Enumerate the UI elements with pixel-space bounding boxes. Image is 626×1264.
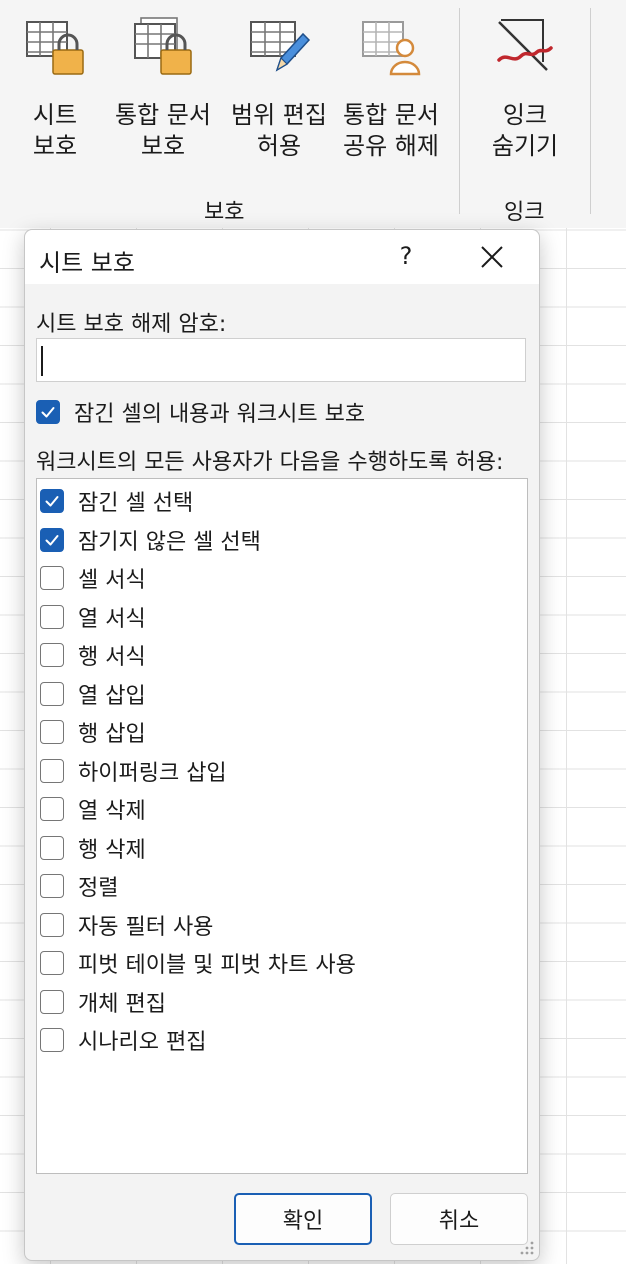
text-caret [41, 346, 43, 376]
permission-label: 행 삭제 [78, 837, 146, 863]
permission-checkbox[interactable] [40, 951, 64, 976]
permission-checkbox[interactable] [40, 758, 64, 783]
permission-option[interactable]: 자동 필터 사용 [37, 906, 527, 945]
protect-group-label: 보호 [204, 200, 245, 225]
permission-checkbox[interactable] [40, 912, 64, 937]
permission-label: 열 삽입 [78, 683, 146, 709]
permission-label: 열 서식 [78, 606, 146, 632]
protect-sheet-button[interactable]: 시트 보호 [20, 14, 90, 174]
hide-ink-button[interactable]: 잉크 숨기기 [478, 14, 572, 174]
password-label: 시트 보호 해제 암호: [36, 312, 227, 337]
permission-checkbox[interactable] [40, 527, 64, 552]
ribbon-group-separator [459, 8, 460, 214]
protect-workbook-button[interactable]: 통합 문서 보호 [108, 14, 218, 174]
permission-label: 행 삽입 [78, 722, 146, 748]
checkmark-icon [45, 534, 59, 546]
permission-label: 잠긴 셀 선택 [78, 491, 194, 517]
permission-checkbox[interactable] [40, 1028, 64, 1053]
permission-option[interactable]: 열 삽입 [37, 675, 527, 714]
permission-option[interactable]: 잠기지 않은 셀 선택 [37, 521, 527, 560]
password-input[interactable] [36, 338, 526, 382]
protect-workbook-label: 통합 문서 보호 [115, 101, 211, 160]
hide-ink-label: 잉크 숨기기 [491, 101, 559, 160]
protect-contents-checkbox-row[interactable]: 잠긴 셀의 내용과 워크시트 보호 [36, 396, 365, 428]
protect-contents-checkbox[interactable] [36, 400, 60, 424]
allow-edit-ranges-label: 범위 편집 허용 [231, 101, 327, 160]
permission-checkbox[interactable] [40, 489, 64, 514]
permission-checkbox[interactable] [40, 797, 64, 822]
permission-checkbox[interactable] [40, 835, 64, 860]
allow-users-label: 워크시트의 모든 사용자가 다음을 수행하도록 허용: [36, 450, 504, 475]
checkmark-icon [45, 496, 59, 507]
help-button[interactable]: ? [391, 242, 421, 270]
permission-option[interactable]: 피벗 테이블 및 피벗 차트 사용 [37, 944, 527, 983]
permission-label: 셀 서식 [78, 568, 146, 594]
permission-label: 시나리오 편집 [78, 1030, 207, 1056]
permission-option[interactable]: 정렬 [37, 867, 527, 906]
permission-label: 개체 편집 [78, 991, 166, 1017]
checkmark-icon [41, 407, 55, 418]
permission-option[interactable]: 행 삭제 [37, 829, 527, 868]
sheet-lock-icon [26, 21, 84, 75]
unshare-workbook-button[interactable]: 통합 문서 공유 해제 [338, 14, 444, 174]
resize-grip-icon[interactable] [519, 1240, 535, 1256]
permission-checkbox[interactable] [40, 566, 64, 591]
permission-label: 잠기지 않은 셀 선택 [78, 529, 261, 555]
cancel-button[interactable]: 취소 [390, 1193, 528, 1245]
workbook-lock-icon [134, 17, 192, 75]
permission-option[interactable]: 개체 편집 [37, 983, 527, 1022]
permission-checkbox[interactable] [40, 604, 64, 629]
permission-option[interactable]: 하이퍼링크 삽입 [37, 752, 527, 791]
permission-checkbox[interactable] [40, 989, 64, 1014]
ink-group-label: 잉크 [504, 200, 545, 225]
permission-label: 정렬 [78, 876, 119, 902]
protect-sheet-label: 시트 보호 [32, 101, 78, 160]
allow-edit-ranges-button[interactable]: 범위 편집 허용 [224, 14, 334, 174]
permission-label: 자동 필터 사용 [78, 914, 214, 940]
ok-button[interactable]: 확인 [234, 1193, 372, 1245]
protect-sheet-dialog: 시트 보호 ? 시트 보호 해제 암호: 잠긴 셀의 내용과 워크시트 보호 워… [24, 229, 540, 1261]
permission-label: 피벗 테이블 및 피벗 차트 사용 [78, 953, 356, 979]
protect-contents-label: 잠긴 셀의 내용과 워크시트 보호 [74, 402, 366, 427]
workbook-user-icon [362, 21, 421, 76]
ribbon-edge-separator [590, 8, 591, 214]
permission-label: 하이퍼링크 삽입 [78, 760, 227, 786]
permission-option[interactable]: 열 서식 [37, 598, 527, 637]
ink-hide-icon [497, 19, 553, 71]
permission-label: 행 서식 [78, 645, 146, 671]
permission-option[interactable]: 셀 서식 [37, 559, 527, 598]
permission-checkbox[interactable] [40, 720, 64, 745]
grid-pencil-icon [250, 21, 311, 72]
permission-checkbox[interactable] [40, 681, 64, 706]
permission-option[interactable]: 시나리오 편집 [37, 1021, 527, 1060]
permission-option[interactable]: 행 삽입 [37, 713, 527, 752]
permission-option[interactable]: 열 삭제 [37, 790, 527, 829]
permissions-list[interactable]: 잠긴 셀 선택잠기지 않은 셀 선택셀 서식열 서식행 서식열 삽입행 삽입하이… [36, 478, 528, 1174]
close-icon[interactable] [477, 242, 507, 272]
permission-option[interactable]: 잠긴 셀 선택 [37, 482, 527, 521]
permission-checkbox[interactable] [40, 874, 64, 899]
permission-label: 열 삭제 [78, 799, 146, 825]
permission-option[interactable]: 행 서식 [37, 636, 527, 675]
unshare-workbook-label: 통합 문서 공유 해제 [343, 101, 439, 160]
dialog-title: 시트 보호 [39, 249, 135, 277]
dialog-titlebar[interactable]: 시트 보호 ? [25, 230, 539, 284]
ribbon: 시트 보호 통합 문서 보호 범위 편집 허용 통합 문서 공유 해제 보호 잉… [0, 0, 626, 228]
permission-checkbox[interactable] [40, 643, 64, 668]
